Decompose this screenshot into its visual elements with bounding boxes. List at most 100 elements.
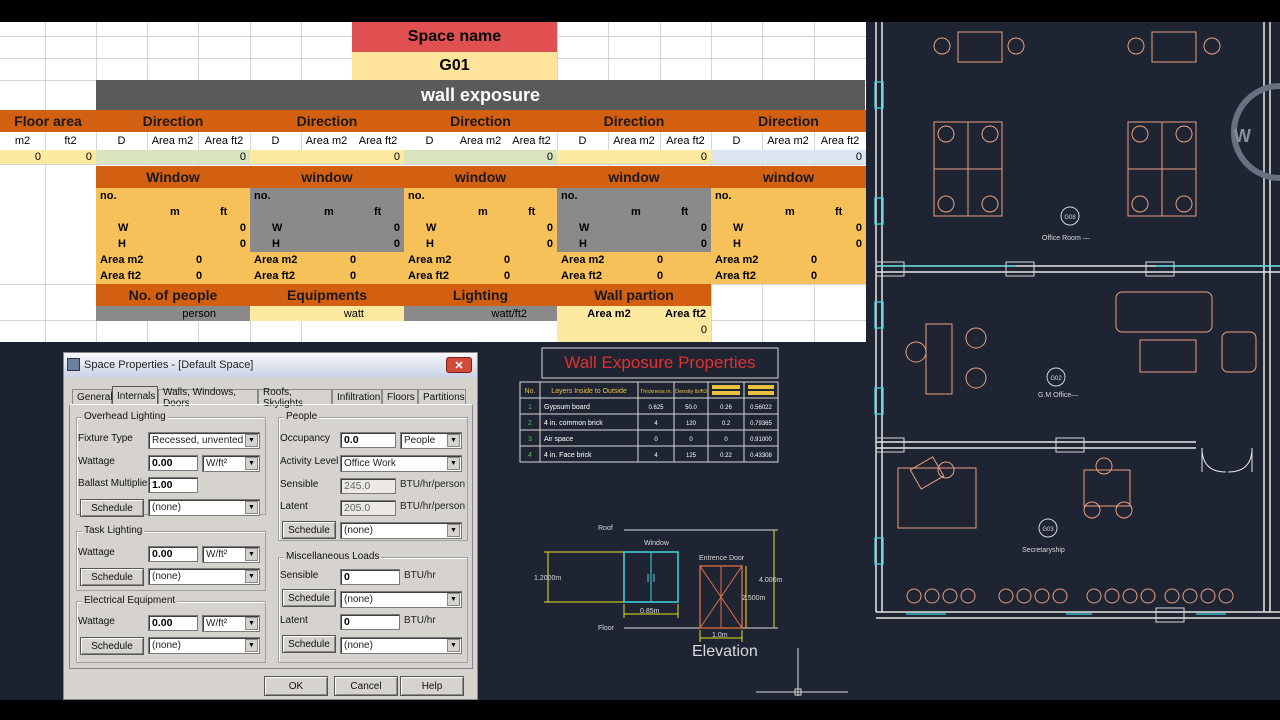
win-h[interactable]: H bbox=[114, 236, 134, 252]
win-ft[interactable]: ft bbox=[216, 204, 236, 220]
overhead-wattage-unit[interactable]: W/ft² ▼ bbox=[202, 455, 260, 472]
equipments-label[interactable]: Equipments bbox=[250, 284, 404, 306]
chevron-down-icon[interactable]: ▼ bbox=[447, 524, 460, 537]
dialog-titlebar[interactable]: Space Properties - [Default Space] ✕ bbox=[64, 353, 477, 377]
misc-schedule-select-1[interactable]: (none) ▼ bbox=[340, 591, 462, 608]
win-area-ft2-value[interactable]: 0 bbox=[192, 268, 212, 284]
overhead-schedule-button[interactable]: Schedule bbox=[80, 499, 144, 517]
win-h-value[interactable]: 0 bbox=[350, 236, 404, 252]
win-h-value[interactable]: 0 bbox=[196, 236, 250, 252]
chevron-down-icon[interactable]: ▼ bbox=[245, 548, 258, 561]
sub-area-ft2[interactable]: Area ft2 bbox=[506, 132, 557, 150]
misc-sensible-input[interactable]: 0 bbox=[340, 569, 400, 585]
chevron-down-icon[interactable]: ▼ bbox=[245, 434, 258, 447]
win-area-m2[interactable]: Area m2 bbox=[404, 252, 464, 268]
chevron-down-icon[interactable]: ▼ bbox=[447, 593, 460, 606]
win-area-ft2[interactable]: Area ft2 bbox=[711, 268, 771, 284]
occupancy-input[interactable]: 0.0 bbox=[340, 432, 396, 448]
tab-floors[interactable]: Floors bbox=[382, 389, 418, 405]
direction-value-2[interactable]: 0 bbox=[250, 150, 404, 164]
tab-internals[interactable]: Internals bbox=[112, 386, 158, 405]
win-m[interactable]: m bbox=[320, 204, 340, 220]
win-w[interactable]: W bbox=[114, 220, 134, 236]
chevron-down-icon[interactable]: ▼ bbox=[447, 639, 460, 652]
win-area-ft2-value[interactable]: 0 bbox=[653, 268, 673, 284]
win-area-m2-value[interactable]: 0 bbox=[346, 252, 366, 268]
win-area-m2-value[interactable]: 0 bbox=[807, 252, 827, 268]
ok-button[interactable]: OK bbox=[264, 676, 328, 696]
win-area-ft2[interactable]: Area ft2 bbox=[557, 268, 617, 284]
win-ft[interactable]: ft bbox=[831, 204, 851, 220]
misc-latent-input[interactable]: 0 bbox=[340, 614, 400, 630]
sub-area-ft2[interactable]: Area ft2 bbox=[660, 132, 711, 150]
sub-d[interactable]: D bbox=[96, 132, 147, 150]
win-area-m2-value[interactable]: 0 bbox=[500, 252, 520, 268]
win-m[interactable]: m bbox=[474, 204, 494, 220]
win-ft[interactable]: ft bbox=[524, 204, 544, 220]
no-people-label[interactable]: No. of people bbox=[96, 284, 250, 306]
unit-ft2[interactable]: ft2 bbox=[45, 132, 96, 150]
win-area-ft2[interactable]: Area ft2 bbox=[96, 268, 156, 284]
direction-value-1[interactable]: 0 bbox=[96, 150, 250, 164]
win-m[interactable]: m bbox=[781, 204, 801, 220]
equip-schedule-button[interactable]: Schedule bbox=[80, 637, 144, 655]
tab-roofs-skylights[interactable]: Roofs, Skylights bbox=[258, 387, 332, 409]
task-schedule-select[interactable]: (none) ▼ bbox=[148, 568, 260, 585]
win-no[interactable]: no. bbox=[711, 188, 751, 204]
sub-area-m2[interactable]: Area m2 bbox=[608, 132, 660, 150]
equip-schedule-select[interactable]: (none) ▼ bbox=[148, 637, 260, 654]
sub-area-m2[interactable]: Area m2 bbox=[455, 132, 506, 150]
chevron-down-icon[interactable]: ▼ bbox=[447, 434, 460, 447]
direction-label-4[interactable]: Direction bbox=[557, 110, 711, 132]
watt-unit[interactable]: watt bbox=[250, 306, 404, 321]
tab-infiltration[interactable]: Infiltration bbox=[332, 389, 382, 405]
direction-label-3[interactable]: Direction bbox=[404, 110, 557, 132]
window-header-5[interactable]: window bbox=[711, 166, 866, 188]
win-h-value[interactable]: 0 bbox=[504, 236, 557, 252]
win-w[interactable]: W bbox=[729, 220, 749, 236]
win-area-m2[interactable]: Area m2 bbox=[96, 252, 156, 268]
cancel-button[interactable]: Cancel bbox=[334, 676, 398, 696]
window-header-2[interactable]: window bbox=[250, 166, 404, 188]
win-area-m2-value[interactable]: 0 bbox=[653, 252, 673, 268]
fixture-type-select[interactable]: Recessed, unvented ▼ bbox=[148, 432, 260, 449]
person-unit[interactable]: person bbox=[96, 306, 250, 321]
win-w[interactable]: W bbox=[268, 220, 288, 236]
activity-select[interactable]: Office Work ▼ bbox=[340, 455, 462, 472]
misc-schedule-button-1[interactable]: Schedule bbox=[282, 589, 336, 607]
sub-area-ft2[interactable]: Area ft2 bbox=[814, 132, 866, 150]
win-no[interactable]: no. bbox=[557, 188, 597, 204]
win-h[interactable]: H bbox=[268, 236, 288, 252]
sub-area-ft2[interactable]: Area ft2 bbox=[352, 132, 404, 150]
win-h[interactable]: H bbox=[422, 236, 442, 252]
win-area-m2[interactable]: Area m2 bbox=[711, 252, 771, 268]
win-h-value[interactable]: 0 bbox=[657, 236, 711, 252]
close-icon[interactable]: ✕ bbox=[446, 357, 472, 373]
win-w-value[interactable]: 0 bbox=[657, 220, 711, 236]
ballast-input[interactable]: 1.00 bbox=[148, 477, 198, 493]
wall-partion-label[interactable]: Wall partion bbox=[557, 284, 711, 306]
sub-area-ft2[interactable]: Area ft2 bbox=[198, 132, 250, 150]
occupancy-unit[interactable]: People ▼ bbox=[400, 432, 462, 449]
direction-label-1[interactable]: Direction bbox=[96, 110, 250, 132]
overhead-wattage-input[interactable]: 0.00 bbox=[148, 455, 198, 471]
win-h[interactable]: H bbox=[729, 236, 749, 252]
win-w-value[interactable]: 0 bbox=[811, 220, 866, 236]
win-ft[interactable]: ft bbox=[677, 204, 697, 220]
watt-ft2-unit[interactable]: watt/ft2 bbox=[404, 306, 557, 321]
win-h[interactable]: H bbox=[575, 236, 595, 252]
task-wattage-unit[interactable]: W/ft² ▼ bbox=[202, 546, 260, 563]
direction-value-4[interactable]: 0 bbox=[557, 150, 711, 164]
chevron-down-icon[interactable]: ▼ bbox=[245, 639, 258, 652]
task-wattage-input[interactable]: 0.00 bbox=[148, 546, 198, 562]
win-area-ft2-value[interactable]: 0 bbox=[807, 268, 827, 284]
chevron-down-icon[interactable]: ▼ bbox=[245, 617, 258, 630]
help-button[interactable]: Help bbox=[400, 676, 464, 696]
sub-d[interactable]: D bbox=[404, 132, 455, 150]
win-no[interactable]: no. bbox=[250, 188, 290, 204]
compass-w[interactable]: W bbox=[1234, 126, 1251, 146]
misc-schedule-button-2[interactable]: Schedule bbox=[282, 635, 336, 653]
win-w-value[interactable]: 0 bbox=[196, 220, 250, 236]
win-w-value[interactable]: 0 bbox=[350, 220, 404, 236]
people-sensible-input[interactable]: 245.0 bbox=[340, 478, 396, 494]
